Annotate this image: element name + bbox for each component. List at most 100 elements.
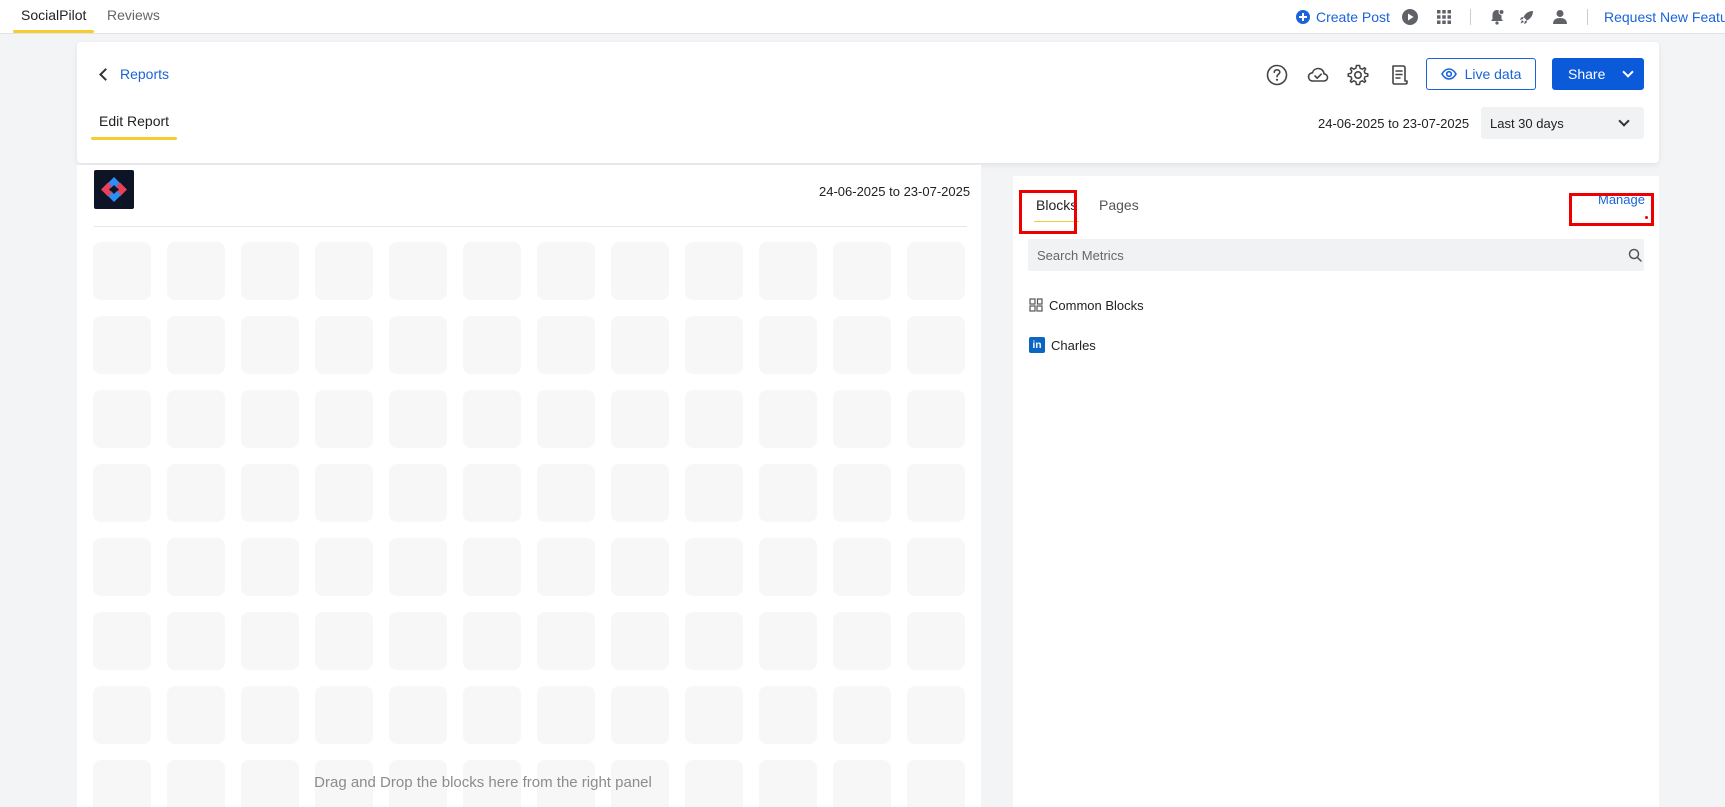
nav-tab-socialpilot[interactable]: SocialPilot	[13, 0, 95, 33]
grid-placeholder-cell	[685, 612, 743, 670]
grid-placeholder-cell	[537, 390, 595, 448]
grid-placeholder-cell	[685, 316, 743, 374]
grid-placeholder-cell	[907, 242, 965, 300]
share-button[interactable]: Share	[1552, 58, 1644, 90]
grid-placeholder-cell	[759, 686, 817, 744]
grid-placeholder-cell	[833, 242, 891, 300]
grid-placeholder-cell	[315, 538, 373, 596]
notifications-icon[interactable]	[1488, 8, 1506, 26]
grid-placeholder-cell	[907, 316, 965, 374]
grid-placeholder-cell	[241, 612, 299, 670]
canvas-date-range: 24-06-2025 to 23-07-2025	[819, 184, 971, 199]
create-post-label: Create Post	[1316, 9, 1390, 25]
grid-placeholder-cell	[463, 686, 521, 744]
grid-placeholder-cell	[611, 612, 669, 670]
date-range-select[interactable]: Last 30 days	[1481, 107, 1644, 139]
nav-tab-reviews[interactable]: Reviews	[99, 0, 168, 33]
grid-placeholder-cell	[389, 612, 447, 670]
request-feature-link[interactable]: Request New Feature	[1604, 8, 1725, 26]
user-icon[interactable]	[1551, 8, 1569, 26]
grid-placeholder-cell	[389, 242, 447, 300]
brand-logo[interactable]	[94, 170, 134, 209]
grid-placeholder-cell	[241, 242, 299, 300]
grid-placeholder-cell	[93, 538, 151, 596]
rocket-icon[interactable]	[1518, 8, 1536, 26]
grid-placeholder-cell	[833, 612, 891, 670]
grid-placeholder-cell	[241, 316, 299, 374]
highlight-box-blocks	[1019, 190, 1077, 234]
settings-icon[interactable]	[1346, 63, 1370, 87]
report-header: Reports Edit Report Live data Share 24-0…	[77, 42, 1659, 163]
highlight-box-manage	[1569, 193, 1654, 226]
grid-placeholder-cell	[759, 612, 817, 670]
share-label: Share	[1568, 66, 1606, 82]
grid-placeholder-cell	[685, 538, 743, 596]
grid-placeholder-cell	[611, 242, 669, 300]
grid-placeholder-cell	[241, 538, 299, 596]
grid-placeholder-cell	[463, 612, 521, 670]
grid-placeholder-cell	[389, 538, 447, 596]
eye-icon	[1440, 68, 1457, 80]
report-date-range: 24-06-2025 to 23-07-2025	[1318, 116, 1470, 131]
search-metrics-input[interactable]	[1028, 239, 1608, 271]
logo-icon	[101, 177, 127, 202]
grid-placeholder-cell	[611, 390, 669, 448]
blocks-grid-icon	[1029, 298, 1043, 312]
linkedin-icon: in	[1029, 337, 1045, 353]
date-range-selected: Last 30 days	[1490, 115, 1564, 131]
grid-placeholder-cell	[537, 464, 595, 522]
grid-placeholder-cell	[907, 464, 965, 522]
nav-divider	[1470, 9, 1471, 25]
grid-placeholder-cell	[907, 686, 965, 744]
back-to-reports-link[interactable]: Reports	[97, 64, 169, 84]
help-icon[interactable]	[1265, 63, 1289, 87]
grid-placeholder-cell	[315, 242, 373, 300]
grid-placeholder-cell	[315, 612, 373, 670]
play-icon[interactable]	[1401, 8, 1419, 26]
document-icon[interactable]	[1387, 63, 1411, 87]
drop-hint-text: Drag and Drop the blocks here from the r…	[314, 774, 652, 791]
grid-placeholder-cell	[463, 242, 521, 300]
search-metrics-box	[1028, 239, 1644, 271]
live-data-label: Live data	[1464, 66, 1522, 82]
blocks-panel: Blocks Pages Manage Common Blocks in Cha…	[1013, 176, 1659, 807]
tab-edit-report[interactable]: Edit Report	[91, 112, 178, 140]
grid-placeholder-cell	[389, 686, 447, 744]
grid-placeholder-cell	[611, 316, 669, 374]
cloud-icon[interactable]	[1306, 63, 1330, 87]
grid-placeholder-cell	[685, 242, 743, 300]
group-label: Common Blocks	[1049, 297, 1144, 313]
grid-placeholder-cell	[389, 316, 447, 374]
top-navigation-bar: SocialPilot Reviews Create Post Request …	[0, 0, 1725, 34]
grid-placeholder-cell	[685, 464, 743, 522]
grid-placeholder-cell	[611, 686, 669, 744]
report-canvas[interactable]: 24-06-2025 to 23-07-2025 Drag and Drop t…	[77, 165, 981, 807]
grid-placeholder-cell	[537, 538, 595, 596]
grid-placeholder-cell	[167, 242, 225, 300]
create-post-button[interactable]: Create Post	[1296, 8, 1390, 26]
grid-placeholder-cell	[759, 316, 817, 374]
grid-placeholder-cell	[463, 538, 521, 596]
grid-placeholder-cell	[93, 612, 151, 670]
search-icon[interactable]	[1628, 248, 1642, 262]
grid-placeholder-cell	[93, 686, 151, 744]
grid-placeholder-cell	[833, 686, 891, 744]
group-label: Charles	[1051, 337, 1096, 353]
grid-placeholder-cell	[907, 612, 965, 670]
grid-placeholder-cell	[907, 538, 965, 596]
grid-placeholder-cell	[93, 316, 151, 374]
back-link-label: Reports	[120, 66, 170, 82]
grid-placeholder-cell	[241, 686, 299, 744]
grid-placeholder-cell	[167, 686, 225, 744]
grid-placeholder-cell	[93, 242, 151, 300]
grid-placeholder-cell	[611, 464, 669, 522]
group-common-blocks[interactable]: Common Blocks	[1029, 296, 1144, 314]
highlight-dot	[1645, 216, 1648, 219]
group-charles[interactable]: in Charles	[1029, 336, 1096, 354]
chevron-left-icon	[99, 67, 112, 81]
live-data-button[interactable]: Live data	[1426, 58, 1536, 90]
grid-placeholder-cell	[537, 686, 595, 744]
tab-pages[interactable]: Pages	[1099, 196, 1139, 218]
grid-placeholder-cell	[907, 390, 965, 448]
apps-grid-icon[interactable]	[1435, 8, 1453, 26]
